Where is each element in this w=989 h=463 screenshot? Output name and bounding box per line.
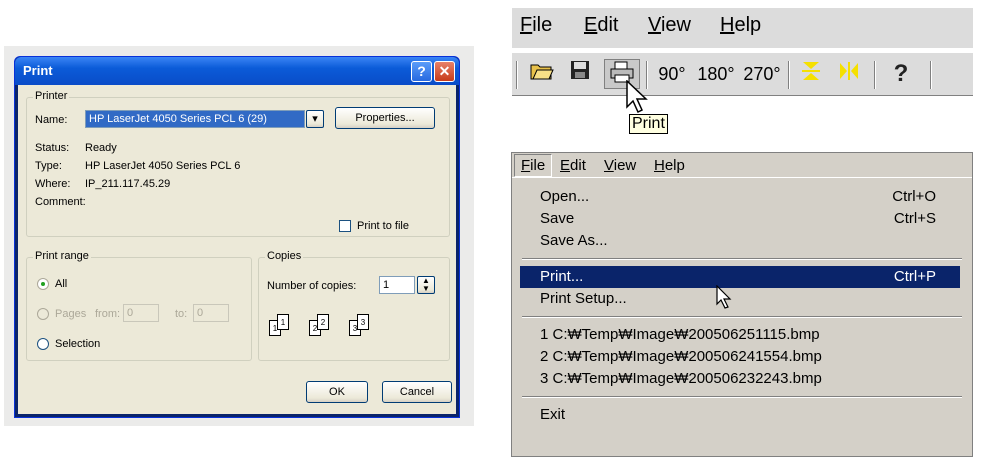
dialog-titlebar[interactable]: Print ? ✕ xyxy=(15,57,459,85)
where-value: IP_211.117.45.29 xyxy=(85,178,171,190)
selection-radio[interactable] xyxy=(37,338,49,350)
properties-button[interactable]: Properties... xyxy=(335,107,435,129)
toolbar-separator xyxy=(516,61,518,89)
menu-item-recent-2[interactable]: 2 C:₩Temp₩Image₩200506241554.bmp xyxy=(520,346,960,368)
menu-item-recent-1[interactable]: 1 C:₩Temp₩Image₩200506251115.bmp xyxy=(520,324,960,346)
menu-item-print-setup[interactable]: Print Setup... xyxy=(520,288,960,310)
printer-name-value: HP LaserJet 4050 Series PCL 6 (29) xyxy=(89,113,267,125)
print-tooltip: Print xyxy=(629,114,668,134)
menu-item-open[interactable]: Open... Ctrl+O xyxy=(520,186,960,208)
printer-group: Printer Name: HP LaserJet 4050 Series PC… xyxy=(26,90,450,237)
toolbar: 90° 180° 270° ? xyxy=(512,52,973,96)
menu-file[interactable]: File xyxy=(514,154,553,177)
help-button-toolbar[interactable]: ? xyxy=(884,59,918,89)
close-button[interactable]: ✕ xyxy=(434,61,455,82)
dialog-title: Print xyxy=(23,63,53,78)
help-button[interactable]: ? xyxy=(411,61,432,82)
menu-view[interactable]: View xyxy=(648,14,691,37)
type-label: Type: xyxy=(35,160,62,172)
toolbar-screenshot: File Edit View Help 90° 180° 270° ? Prin xyxy=(512,8,973,134)
from-field[interactable]: 0 xyxy=(123,304,159,322)
menu-item-save[interactable]: Save Ctrl+S xyxy=(520,208,960,230)
copies-label: Number of copies: xyxy=(267,280,357,292)
chevron-down-icon: ▾ xyxy=(312,113,318,125)
flip-vertical-button[interactable] xyxy=(794,59,828,89)
menu-view[interactable]: View xyxy=(604,157,636,174)
name-label: Name: xyxy=(35,114,68,126)
dialog-body: Printer Name: HP LaserJet 4050 Series PC… xyxy=(18,85,456,414)
all-radio[interactable] xyxy=(37,278,49,290)
selection-label[interactable]: Selection xyxy=(55,338,100,350)
type-value: HP LaserJet 4050 Series PCL 6 xyxy=(85,160,241,172)
print-dialog: Print ? ✕ Printer Name: HP LaserJet 4050… xyxy=(14,56,460,418)
status-label: Status: xyxy=(35,142,70,154)
open-folder-icon xyxy=(530,64,554,80)
close-icon: ✕ xyxy=(438,63,451,79)
toolbar-separator xyxy=(930,61,932,89)
menu-separator xyxy=(522,396,962,398)
menu-separator xyxy=(522,316,962,318)
copies-value: 1 xyxy=(383,279,390,291)
open-folder-button[interactable] xyxy=(526,59,558,89)
flip-vertical-icon xyxy=(802,62,820,80)
flip-horizontal-button[interactable] xyxy=(832,59,866,89)
copies-title: Copies xyxy=(265,250,304,262)
all-label[interactable]: All xyxy=(55,278,67,290)
ok-button[interactable]: OK xyxy=(306,381,368,403)
where-label: Where: xyxy=(35,178,71,190)
printer-name-dropdown-button[interactable]: ▾ xyxy=(306,110,324,128)
to-value: 0 xyxy=(197,307,204,319)
from-label: from: xyxy=(95,308,121,320)
menu-help[interactable]: Help xyxy=(654,157,685,174)
to-field[interactable]: 0 xyxy=(193,304,229,322)
copies-spinner[interactable]: ▲ ▼ xyxy=(417,276,435,294)
to-label: to: xyxy=(175,308,188,320)
spinner-arrows-icon: ▲ ▼ xyxy=(422,276,430,293)
menu-item-save-as[interactable]: Save As... xyxy=(520,230,960,252)
print-range-group: Print range All Pages from: 0 to: 0 Sele… xyxy=(26,250,252,361)
question-mark-icon: ? xyxy=(893,60,909,87)
floppy-disk-icon xyxy=(571,61,589,79)
copies-field[interactable]: 1 xyxy=(379,276,415,294)
menu-file[interactable]: File xyxy=(520,14,552,37)
comment-label: Comment: xyxy=(35,196,86,208)
printer-group-title: Printer xyxy=(33,90,70,102)
menu-item-exit[interactable]: Exit xyxy=(520,404,960,426)
toolbar-separator xyxy=(874,61,876,89)
toolbar-separator xyxy=(788,61,790,89)
printer-name-select[interactable]: HP LaserJet 4050 Series PCL 6 (29) xyxy=(85,110,305,128)
menu-item-recent-3[interactable]: 3 C:₩Temp₩Image₩200506232243.bmp xyxy=(520,368,960,390)
print-range-title: Print range xyxy=(33,250,91,262)
status-value: Ready xyxy=(85,142,117,154)
toolbar-menubar: File Edit View Help xyxy=(512,8,973,48)
copies-group: Copies Number of copies: 1 ▲ ▼ 1 1 2 2 3 … xyxy=(258,250,450,361)
flip-horizontal-icon xyxy=(840,62,858,80)
print-to-file-checkbox[interactable] xyxy=(339,220,351,232)
cancel-button[interactable]: Cancel xyxy=(382,381,452,403)
menu-separator xyxy=(522,258,962,260)
help-icon: ? xyxy=(417,63,426,79)
page-1-front-icon: 1 xyxy=(277,314,289,330)
menu-item-print[interactable]: Print... Ctrl+P xyxy=(520,266,960,288)
rotate-180-button[interactable]: 180° xyxy=(694,59,738,89)
page-3-front-icon: 3 xyxy=(357,314,369,330)
from-value: 0 xyxy=(127,307,134,319)
file-dropdown-menu: Open... Ctrl+O Save Ctrl+S Save As... Prin… xyxy=(512,177,972,456)
pages-radio[interactable] xyxy=(37,308,49,320)
menubar: File Edit View Help xyxy=(512,153,972,177)
menu-edit[interactable]: Edit xyxy=(560,157,586,174)
menu-edit[interactable]: Edit xyxy=(584,14,618,37)
mouse-pointer-icon xyxy=(716,284,732,314)
file-menu-screenshot: File Edit View Help Open... Ctrl+O Save Ct… xyxy=(511,152,973,457)
rotate-90-button[interactable]: 90° xyxy=(652,59,692,89)
print-to-file-label[interactable]: Print to file xyxy=(357,220,409,232)
menu-help[interactable]: Help xyxy=(720,14,761,37)
save-button[interactable] xyxy=(564,59,596,89)
rotate-270-button[interactable]: 270° xyxy=(740,59,784,89)
pages-label[interactable]: Pages xyxy=(55,308,86,320)
page-2-front-icon: 2 xyxy=(317,314,329,330)
